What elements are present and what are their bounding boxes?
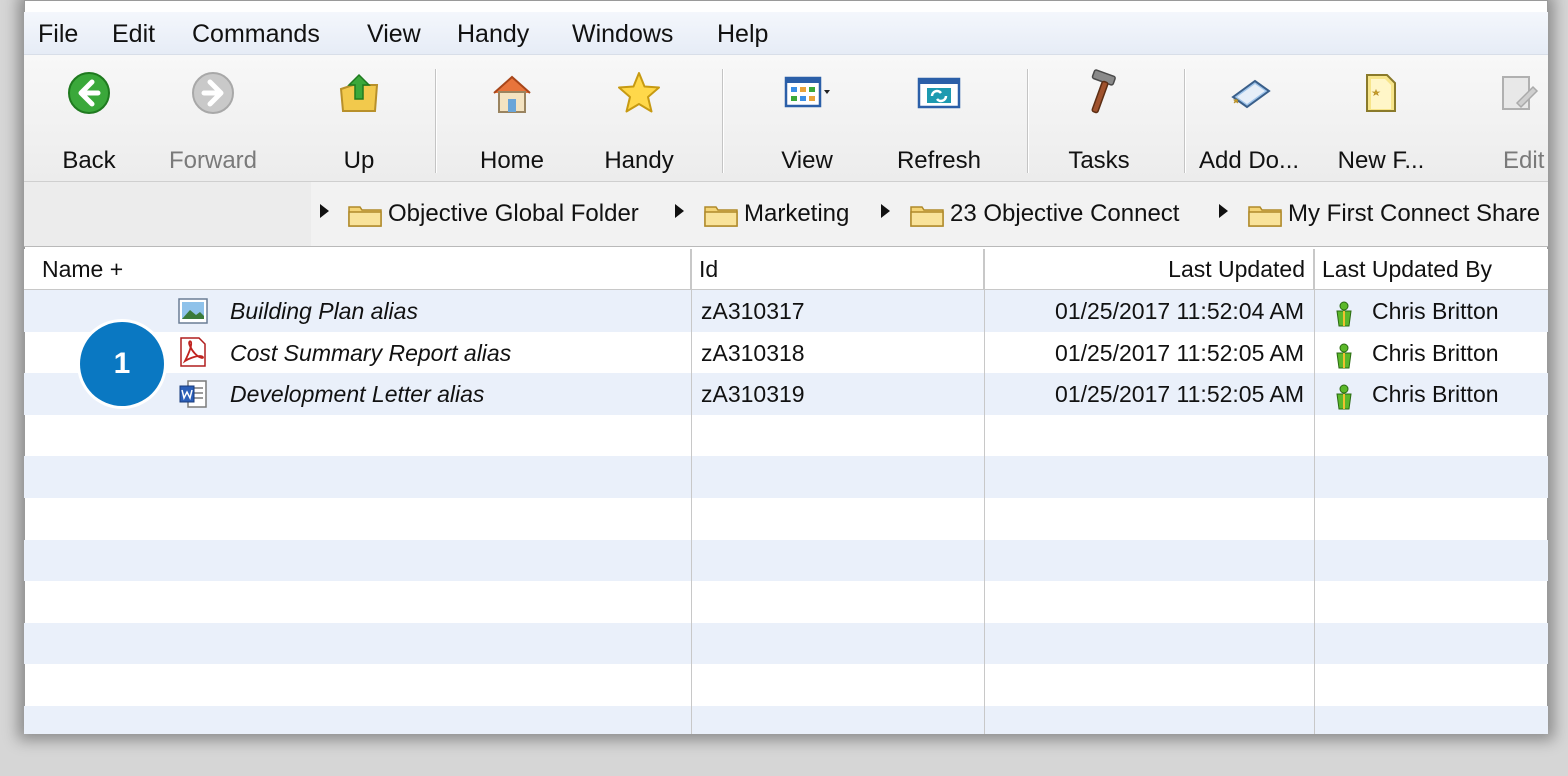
breadcrumb-item-marketing[interactable]: Marketing bbox=[704, 200, 849, 230]
column-divider bbox=[984, 249, 985, 734]
back-button[interactable]: Back bbox=[34, 61, 144, 177]
menu-handy[interactable]: Handy bbox=[457, 20, 529, 49]
up-label: Up bbox=[343, 147, 375, 174]
breadcrumb-item-objective-connect[interactable]: 23 Objective Connect bbox=[910, 200, 1179, 230]
column-divider bbox=[691, 249, 692, 734]
edit-document-icon bbox=[1502, 76, 1539, 110]
toolbar-separator bbox=[1184, 69, 1185, 173]
handy-label: Handy bbox=[604, 147, 674, 174]
breadcrumb-label: 23 Objective Connect bbox=[950, 200, 1180, 227]
add-document-button[interactable]: Add Do... bbox=[1194, 61, 1304, 177]
empty-row bbox=[24, 415, 1548, 457]
breadcrumb-label: My First Connect Share bbox=[1288, 200, 1541, 227]
column-divider bbox=[1314, 249, 1315, 734]
home-label: Home bbox=[479, 147, 545, 174]
breadcrumb-arrow-icon[interactable] bbox=[881, 204, 890, 218]
toolbar-separator bbox=[1027, 69, 1028, 173]
document-last-updated: 01/25/2017 11:52:05 AM bbox=[1055, 339, 1304, 366]
empty-row bbox=[24, 622, 1548, 665]
menu-view[interactable]: View bbox=[367, 20, 421, 49]
breadcrumb-arrow-icon[interactable] bbox=[1219, 204, 1228, 218]
breadcrumb-label: Objective Global Folder bbox=[388, 200, 639, 227]
view-grid-icon bbox=[784, 76, 830, 108]
document-name[interactable]: Building Plan alias bbox=[230, 290, 418, 332]
new-folder-label: New F... bbox=[1337, 147, 1425, 174]
grid-header: Name + Id Last Updated Last Updated By bbox=[24, 249, 1548, 290]
folder-icon bbox=[704, 205, 738, 227]
folder-icon bbox=[910, 205, 944, 227]
star-icon bbox=[618, 72, 660, 113]
toolbar-separator bbox=[722, 69, 723, 173]
table-row[interactable]: Building Plan alias zA310317 01/25/2017 … bbox=[24, 290, 1548, 332]
up-button[interactable]: Up bbox=[304, 61, 414, 177]
handy-button[interactable]: Handy bbox=[584, 61, 694, 177]
refresh-icon bbox=[917, 77, 961, 109]
empty-row bbox=[24, 498, 1548, 540]
table-row[interactable]: Development Letter alias zA310319 01/25/… bbox=[24, 373, 1548, 415]
menu-help[interactable]: Help bbox=[717, 20, 768, 49]
back-arrow-icon bbox=[68, 72, 110, 114]
breadcrumb-item-connect-share[interactable]: My First Connect Share bbox=[1248, 200, 1540, 230]
column-header-last-updated[interactable]: Last Updated bbox=[984, 249, 1314, 289]
empty-row bbox=[24, 456, 1548, 498]
back-label: Back bbox=[62, 147, 116, 174]
toolbar: Back Forward Up Home Handy View Refresh … bbox=[24, 55, 1548, 182]
add-document-icon bbox=[1231, 79, 1271, 109]
document-last-updated-by: Chris Britton bbox=[1372, 339, 1499, 366]
edit-label: Edit bbox=[1503, 147, 1545, 174]
empty-row bbox=[24, 581, 1548, 623]
forward-arrow-icon bbox=[192, 72, 234, 114]
document-id: zA310319 bbox=[701, 381, 805, 408]
folder-up-icon bbox=[339, 73, 379, 112]
tasks-label: Tasks bbox=[1068, 147, 1130, 174]
document-last-updated-by: Chris Britton bbox=[1372, 298, 1499, 324]
folder-icon bbox=[348, 205, 382, 227]
column-header-last-updated-by[interactable]: Last Updated By bbox=[1314, 249, 1548, 289]
document-last-updated: 01/25/2017 11:52:05 AM bbox=[1055, 381, 1304, 408]
forward-button[interactable]: Forward bbox=[158, 61, 268, 177]
menu-edit[interactable]: Edit bbox=[112, 20, 155, 49]
table-row[interactable]: Cost Summary Report alias zA310318 01/25… bbox=[24, 332, 1548, 374]
view-label: View bbox=[781, 147, 833, 174]
document-name[interactable]: Development Letter alias bbox=[230, 373, 484, 415]
empty-row bbox=[24, 539, 1548, 582]
document-id: zA310318 bbox=[701, 339, 805, 366]
breadcrumb-item-global-folder[interactable]: Objective Global Folder bbox=[348, 200, 639, 230]
home-button[interactable]: Home bbox=[457, 61, 567, 177]
tasks-button[interactable]: Tasks bbox=[1044, 61, 1154, 177]
breadcrumb: Objective Global Folder Marketing 23 Obj… bbox=[24, 182, 1548, 247]
document-id: zA310317 bbox=[701, 298, 805, 324]
breadcrumb-arrow-icon[interactable] bbox=[320, 204, 329, 218]
column-header-name[interactable]: Name + bbox=[24, 249, 691, 289]
empty-row bbox=[24, 706, 1548, 734]
breadcrumb-arrow-icon[interactable] bbox=[675, 204, 684, 218]
toolbar-separator bbox=[435, 69, 436, 173]
forward-label: Forward bbox=[168, 147, 258, 174]
breadcrumb-label: Marketing bbox=[744, 200, 850, 227]
add-document-label: Add Do... bbox=[1198, 147, 1300, 174]
pdf-file-icon bbox=[178, 336, 208, 379]
refresh-button[interactable]: Refresh bbox=[884, 61, 994, 177]
new-folder-icon bbox=[1366, 74, 1396, 112]
document-list: Building Plan alias zA310317 01/25/2017 … bbox=[24, 290, 1548, 734]
document-name[interactable]: Cost Summary Report alias bbox=[230, 332, 511, 374]
document-last-updated: 01/25/2017 11:52:04 AM bbox=[1055, 298, 1304, 324]
menu-bar: File Edit Commands View Handy Windows He… bbox=[24, 12, 1548, 55]
column-header-id[interactable]: Id bbox=[691, 249, 984, 289]
menu-windows[interactable]: Windows bbox=[572, 20, 673, 49]
document-last-updated-by: Chris Britton bbox=[1372, 381, 1499, 408]
edit-button[interactable]: Edit bbox=[1469, 61, 1544, 177]
hammer-icon bbox=[1091, 69, 1116, 114]
callout-badge: 1 bbox=[80, 322, 164, 406]
refresh-label: Refresh bbox=[896, 147, 982, 174]
home-icon bbox=[493, 75, 531, 113]
application-window: File Edit Commands View Handy Windows He… bbox=[24, 0, 1548, 734]
view-button[interactable]: View bbox=[752, 61, 862, 177]
empty-row bbox=[24, 664, 1548, 706]
new-folder-button[interactable]: New F... bbox=[1326, 61, 1436, 177]
folder-icon bbox=[1248, 205, 1282, 227]
menu-commands[interactable]: Commands bbox=[192, 20, 320, 49]
breadcrumb-spacer bbox=[24, 182, 311, 246]
menu-file[interactable]: File bbox=[38, 20, 78, 49]
